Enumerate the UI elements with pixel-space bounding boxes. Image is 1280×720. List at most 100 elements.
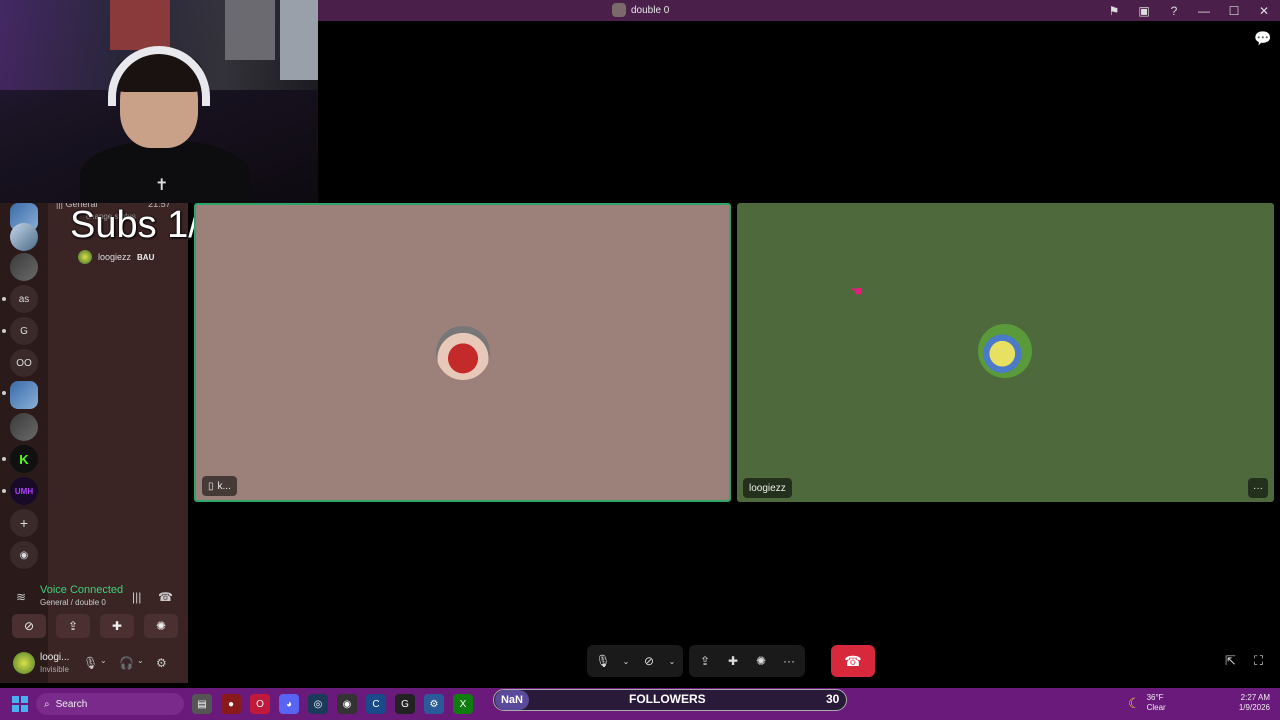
gear-icon[interactable]: ⚙ (156, 656, 167, 670)
microphone-icon[interactable]: 🎙 (593, 651, 613, 671)
webcam-overlay: ✝ (0, 0, 318, 203)
help-icon[interactable]: ? (1166, 3, 1182, 19)
windows-start-icon[interactable] (12, 696, 28, 712)
umh-server-icon[interactable]: UMH (10, 477, 38, 505)
tile-name-text: loogiezz (749, 482, 786, 494)
logitech-icon[interactable]: G (395, 694, 415, 714)
cross-necklace: ✝ (155, 177, 169, 194)
avatar (978, 324, 1032, 378)
chevron-down-icon[interactable]: ⌄ (621, 651, 631, 671)
screen-share-button[interactable]: ⇪ (56, 614, 90, 638)
add-server-icon[interactable]: + (10, 509, 38, 537)
server-as[interactable]: as (10, 285, 38, 313)
opera-icon[interactable]: O (250, 694, 270, 714)
minimize-icon[interactable]: — (1196, 3, 1212, 19)
unread-dot (2, 297, 6, 301)
poster (225, 0, 275, 60)
camera-off-button[interactable]: ⊘ (12, 614, 46, 638)
chevron-down-icon[interactable]: ⌄ (137, 656, 144, 665)
steam-icon[interactable]: ◎ (308, 694, 328, 714)
voice-location[interactable]: General / double 0 (40, 598, 106, 607)
activities-icon[interactable]: ✚ (723, 651, 743, 671)
fullscreen-icon[interactable]: ⛶ (1254, 653, 1263, 669)
soundboard-button[interactable]: ✺ (144, 614, 178, 638)
unread-dot (2, 391, 6, 395)
server-oo[interactable]: OO (10, 349, 38, 377)
title-icons: ⚑ ▣ ? — ☐ ✕ (1106, 0, 1272, 21)
voice-user-name: loogiezz (98, 252, 132, 262)
followers-label: FOLLOWERS (629, 692, 706, 706)
call-controls: 🎙 ⌄ ⊘ ⌄ ⇪ ✚ ✺ ··· ☎ (587, 645, 875, 677)
weather-widget[interactable]: ☾ 36°F Clear (1128, 693, 1166, 713)
avatar (78, 250, 92, 264)
user-badge: BAU (137, 252, 155, 262)
hang-up-button[interactable]: ☎ (831, 645, 875, 677)
moon-icon: ☾ (1128, 694, 1141, 711)
mobile-icon: ▯ (208, 480, 214, 492)
voice-status[interactable]: Voice Connected (40, 584, 123, 596)
taskbar-search[interactable]: ⌕ Search (36, 693, 184, 715)
microphone-icon[interactable]: 🎙 (83, 656, 98, 670)
window-title-text: double 0 (631, 4, 670, 16)
chevron-down-icon[interactable]: ⌄ (667, 651, 677, 671)
search-icon: ⌕ (44, 698, 50, 710)
tile-name-label: loogiezz (743, 478, 792, 498)
camera-off-icon[interactable]: ⊘ (639, 651, 659, 671)
poster (110, 0, 170, 50)
user-status: Invisible (40, 665, 69, 674)
more-options-icon[interactable]: ··· (1248, 478, 1268, 498)
avatar[interactable] (13, 652, 35, 674)
chevron-down-icon[interactable]: ⌄ (100, 656, 107, 665)
kick-server-icon[interactable]: K (10, 445, 38, 473)
headphones-icon[interactable]: 🎧 (119, 656, 134, 670)
soundboard-icon[interactable]: ✺ (751, 651, 771, 671)
server-g[interactable]: G (10, 317, 38, 345)
user-area: loogi... Invisible 🎙 ⌄ 🎧 ⌄ ⚙ (8, 648, 184, 680)
chat-icon[interactable]: 💬 (1254, 30, 1271, 47)
voice-user[interactable]: loogiezz BAU (78, 250, 154, 264)
discover-icon[interactable]: ◉ (10, 541, 38, 569)
disconnect-icon[interactable]: ☎ (158, 590, 173, 604)
discord-icon[interactable]: ◕ (279, 694, 299, 714)
popout-icon[interactable]: ⇱ (1225, 653, 1236, 669)
server-icon[interactable] (10, 381, 38, 409)
taskbar-apps: ▤ ● O ◕ ◎ ◉ C G ⚙ X (192, 694, 473, 714)
server-icon[interactable] (10, 223, 38, 251)
server-icon[interactable] (10, 413, 38, 441)
search-placeholder: Search (55, 698, 88, 710)
flag-icon[interactable]: ⚑ (1106, 3, 1122, 19)
close-icon[interactable]: ✕ (1256, 3, 1272, 19)
settings-icon[interactable]: ⚙ (424, 694, 444, 714)
xbox-icon[interactable]: X (453, 694, 473, 714)
user-name[interactable]: loogi... (40, 652, 69, 663)
signal-icon[interactable]: ≋ (16, 590, 26, 604)
maximize-icon[interactable]: ☐ (1226, 3, 1242, 19)
unread-dot (2, 457, 6, 461)
weather-temp: 36°F (1146, 693, 1164, 702)
cursor-icon: ☚ (850, 283, 863, 299)
activities-button[interactable]: ✚ (100, 614, 134, 638)
tile-name-text: k... (217, 480, 231, 492)
task-view-icon[interactable]: ▤ (192, 694, 212, 714)
nan-badge: NaN (495, 690, 529, 710)
app-icon[interactable]: C (366, 694, 386, 714)
voice-actions: ⊘ ⇪ ✚ ✺ (12, 614, 178, 638)
mic-group: 🎙 ⌄ ⊘ ⌄ (587, 645, 683, 677)
taskbar-clock[interactable]: 2:27 AM 1/9/2026 (1206, 693, 1270, 713)
window-title: double 0 (612, 3, 669, 17)
poster (280, 0, 318, 80)
tile-name-label: ▯ k... (202, 476, 237, 496)
followers-count: 30 (826, 692, 840, 706)
server-icon[interactable] (10, 253, 38, 281)
app-icon[interactable]: ● (221, 694, 241, 714)
video-tile-right[interactable]: loogiezz ··· (737, 203, 1274, 502)
more-icon[interactable]: ··· (779, 651, 799, 671)
screen-share-icon[interactable]: ⇪ (695, 651, 715, 671)
video-tile-left[interactable]: ▯ k... (194, 203, 731, 502)
obs-icon[interactable]: ◉ (337, 694, 357, 714)
unread-dot (2, 489, 6, 493)
avatar (436, 326, 490, 380)
noise-suppression-icon[interactable]: ||| (132, 590, 141, 604)
channel-avatar (612, 3, 626, 17)
inbox-icon[interactable]: ▣ (1136, 3, 1152, 19)
